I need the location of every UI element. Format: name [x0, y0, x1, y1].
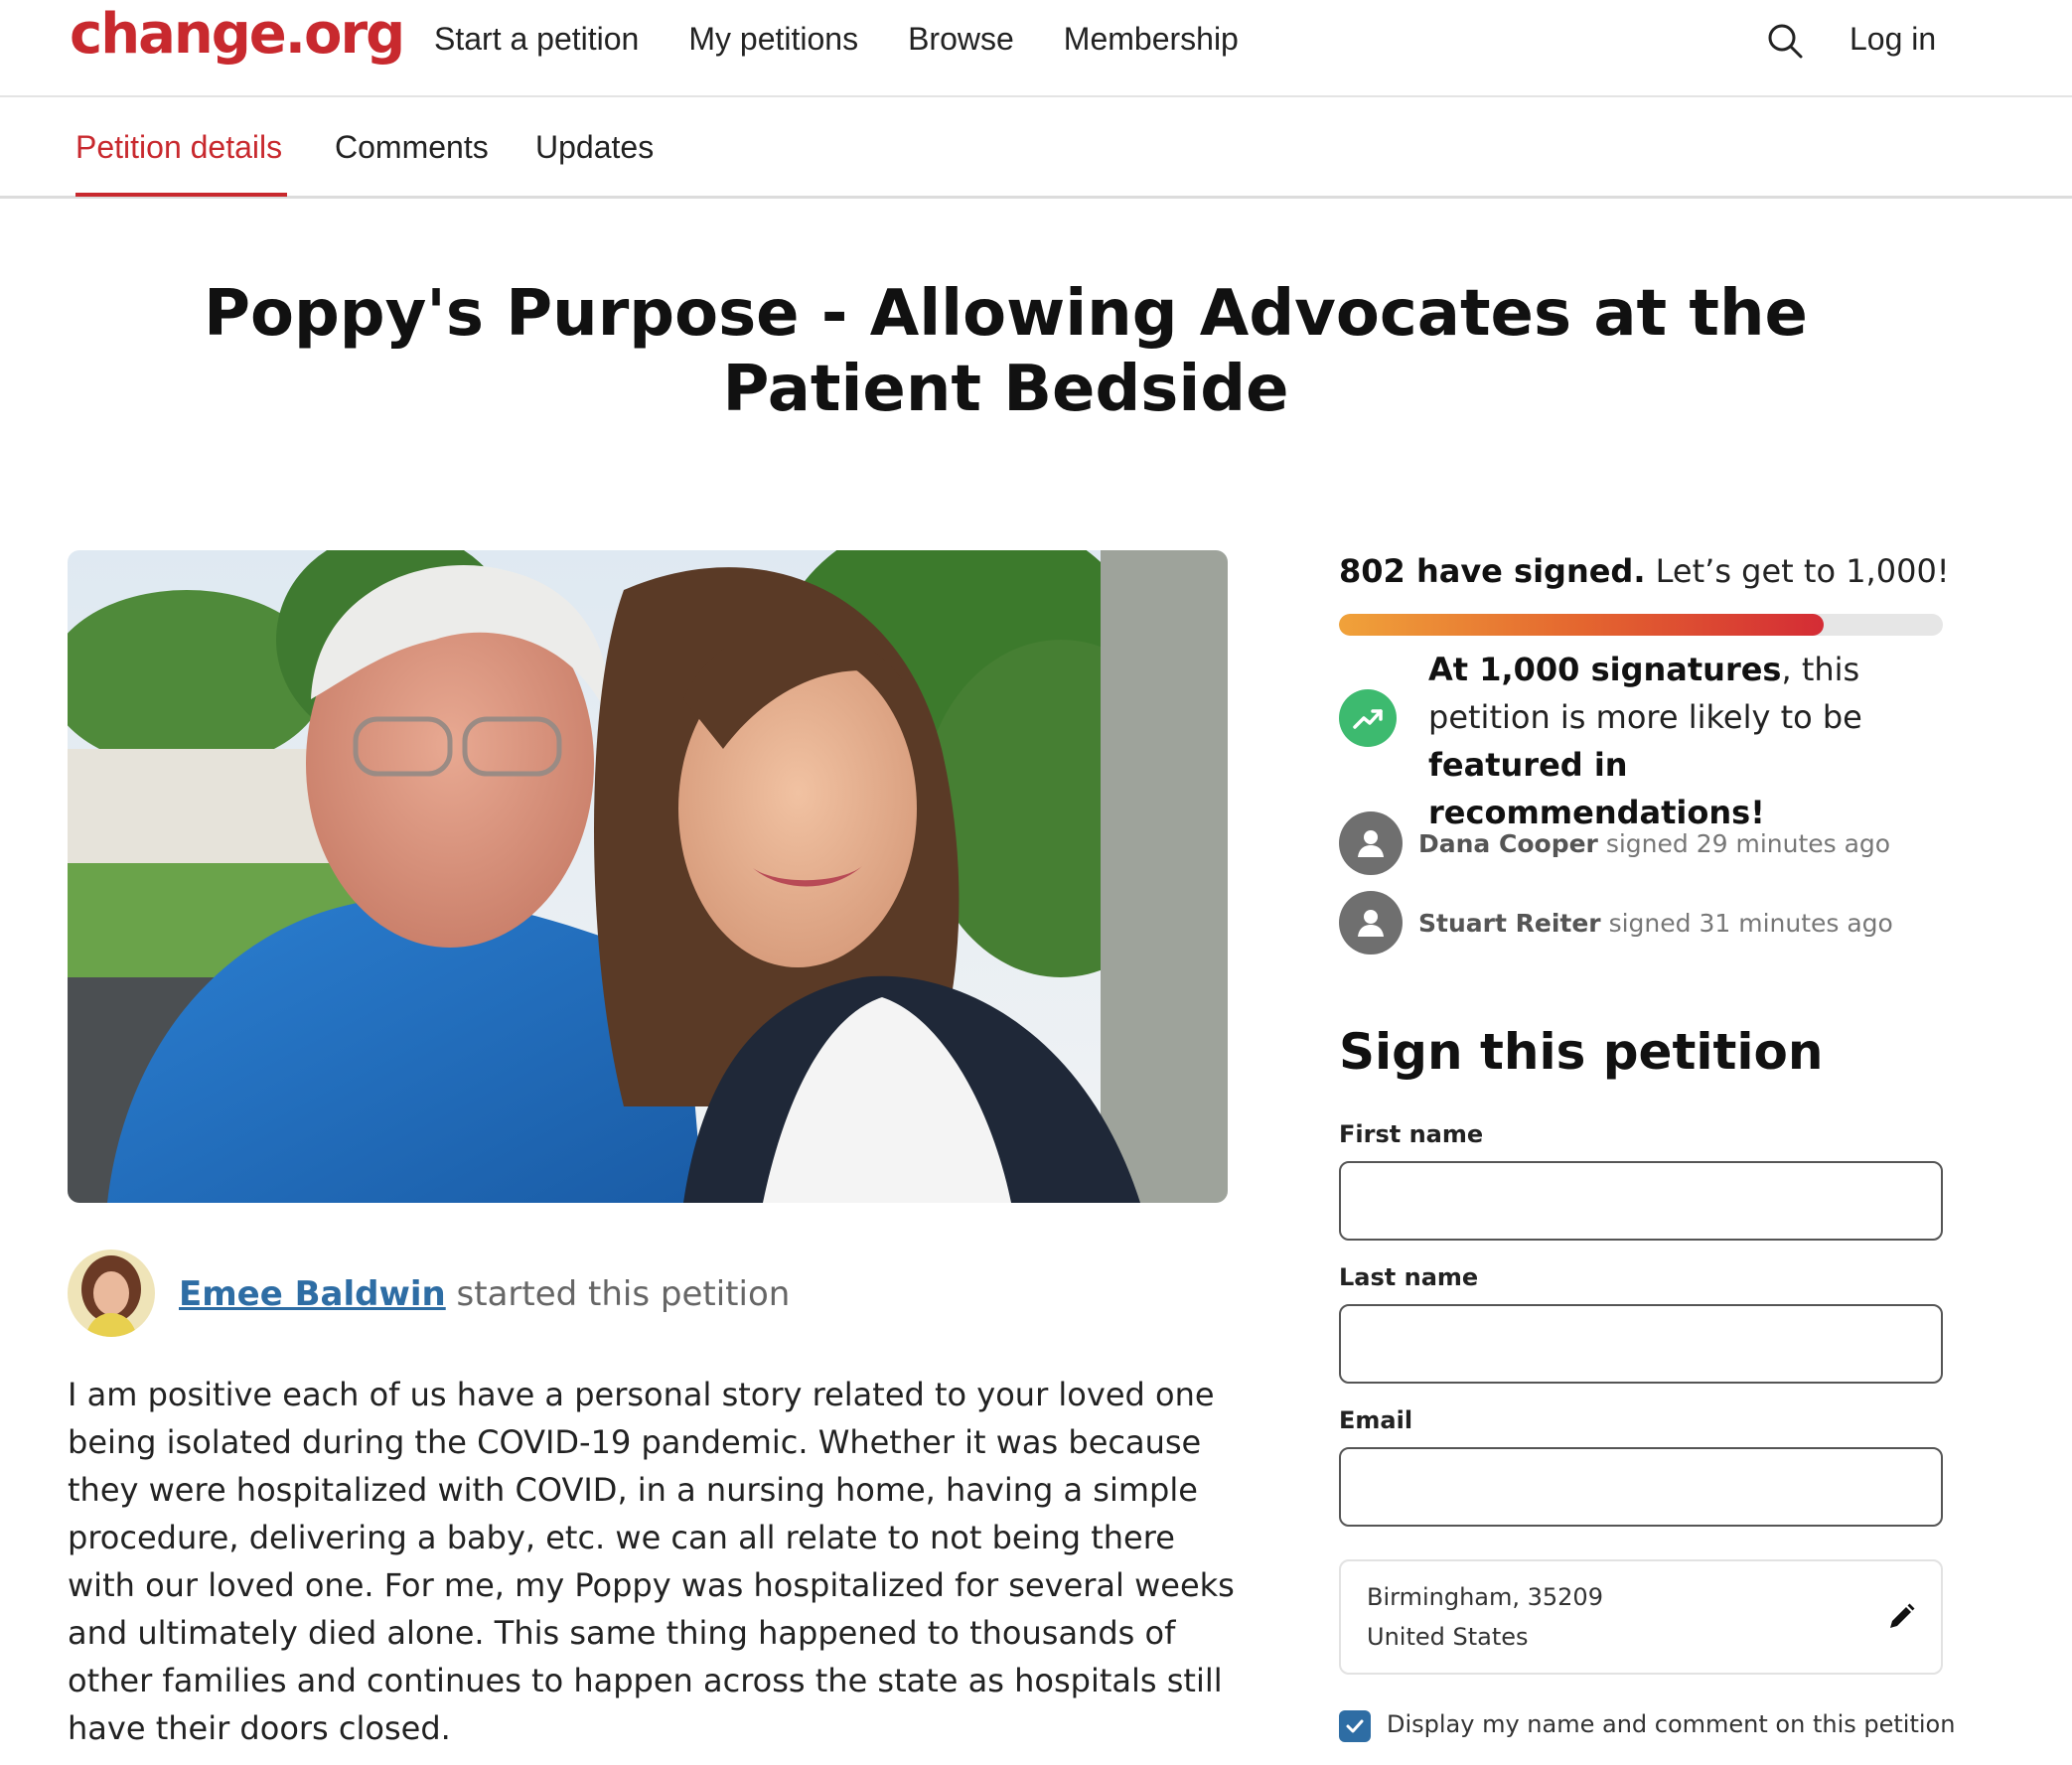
email-field[interactable] [1339, 1447, 1943, 1527]
last-name-label: Last name [1339, 1263, 1479, 1291]
display-name-label[interactable]: Display my name and comment on this peti… [1387, 1710, 1955, 1738]
tab-updates[interactable]: Updates [535, 129, 654, 166]
user-icon [1339, 811, 1403, 875]
starter-name-link[interactable]: Emee Baldwin [179, 1274, 446, 1314]
last-name-field[interactable] [1339, 1304, 1943, 1384]
search-icon[interactable] [1766, 22, 1804, 60]
change-org-logo[interactable]: change.org [70, 2, 405, 67]
top-navbar: change.org Start a petition My petitions… [0, 0, 2072, 97]
recent-signer: Stuart Reiter signed 31 minutes ago [1339, 891, 1893, 955]
signer-name: Stuart Reiter [1418, 908, 1601, 938]
nav-browse[interactable]: Browse [908, 21, 1014, 58]
signer-text: Stuart Reiter signed 31 minutes ago [1418, 909, 1893, 938]
recent-signer: Dana Cooper signed 29 minutes ago [1339, 811, 1890, 875]
signed-count-text: 802 have signed. [1339, 552, 1646, 590]
first-name-field[interactable] [1339, 1161, 1943, 1241]
signature-progress-fill [1339, 614, 1824, 636]
signer-time: signed 29 minutes ago [1605, 828, 1891, 858]
display-name-checkbox[interactable] [1339, 1710, 1371, 1742]
petition-tabs: Petition details Comments Updates [0, 97, 2072, 199]
first-name-label: First name [1339, 1120, 1484, 1148]
pencil-icon[interactable] [1885, 1601, 1917, 1633]
email-label: Email [1339, 1406, 1413, 1434]
sign-petition-heading: Sign this petition [1339, 1023, 1824, 1081]
starter-line: Emee Baldwin started this petition [179, 1274, 790, 1314]
milestone-message: At 1,000 signatures, this petition is mo… [1428, 646, 1955, 836]
location-city: Birmingham, 35209 [1367, 1583, 1603, 1611]
signer-text: Dana Cooper signed 29 minutes ago [1418, 829, 1890, 858]
petition-photo [68, 550, 1228, 1203]
petition-story: I am positive each of us have a personal… [68, 1376, 1235, 1747]
signature-count: 802 have signed. Let’s get to 1,000! [1339, 552, 1950, 590]
nav-start-petition[interactable]: Start a petition [434, 21, 639, 58]
signer-time: signed 31 minutes ago [1608, 908, 1893, 938]
goal-text: Let’s get to 1,000! [1655, 552, 1950, 590]
starter-avatar-image [68, 1250, 155, 1337]
location-country: United States [1367, 1623, 1529, 1651]
active-tab-indicator [75, 193, 287, 197]
trending-up-icon [1339, 689, 1397, 747]
signer-name: Dana Cooper [1418, 828, 1598, 858]
nav-membership[interactable]: Membership [1064, 21, 1239, 58]
tab-comments[interactable]: Comments [335, 129, 489, 166]
milestone-bold: At 1,000 signatures [1428, 651, 1782, 688]
checkmark-icon [1346, 1719, 1364, 1733]
nav-my-petitions[interactable]: My petitions [688, 21, 858, 58]
starter-avatar[interactable] [68, 1250, 155, 1337]
location-box[interactable]: Birmingham, 35209 United States [1339, 1559, 1943, 1675]
signature-progress-bar [1339, 614, 1943, 636]
main-nav: Start a petition My petitions Browse Mem… [434, 21, 1288, 58]
starter-action-text: started this petition [456, 1274, 791, 1314]
login-link[interactable]: Log in [1850, 21, 1936, 58]
petition-title: Poppy's Purpose - Allowing Advocates at … [204, 277, 1808, 426]
user-icon [1339, 891, 1403, 955]
petition-photo-illustration [68, 550, 1228, 1203]
tab-petition-details[interactable]: Petition details [75, 129, 282, 166]
